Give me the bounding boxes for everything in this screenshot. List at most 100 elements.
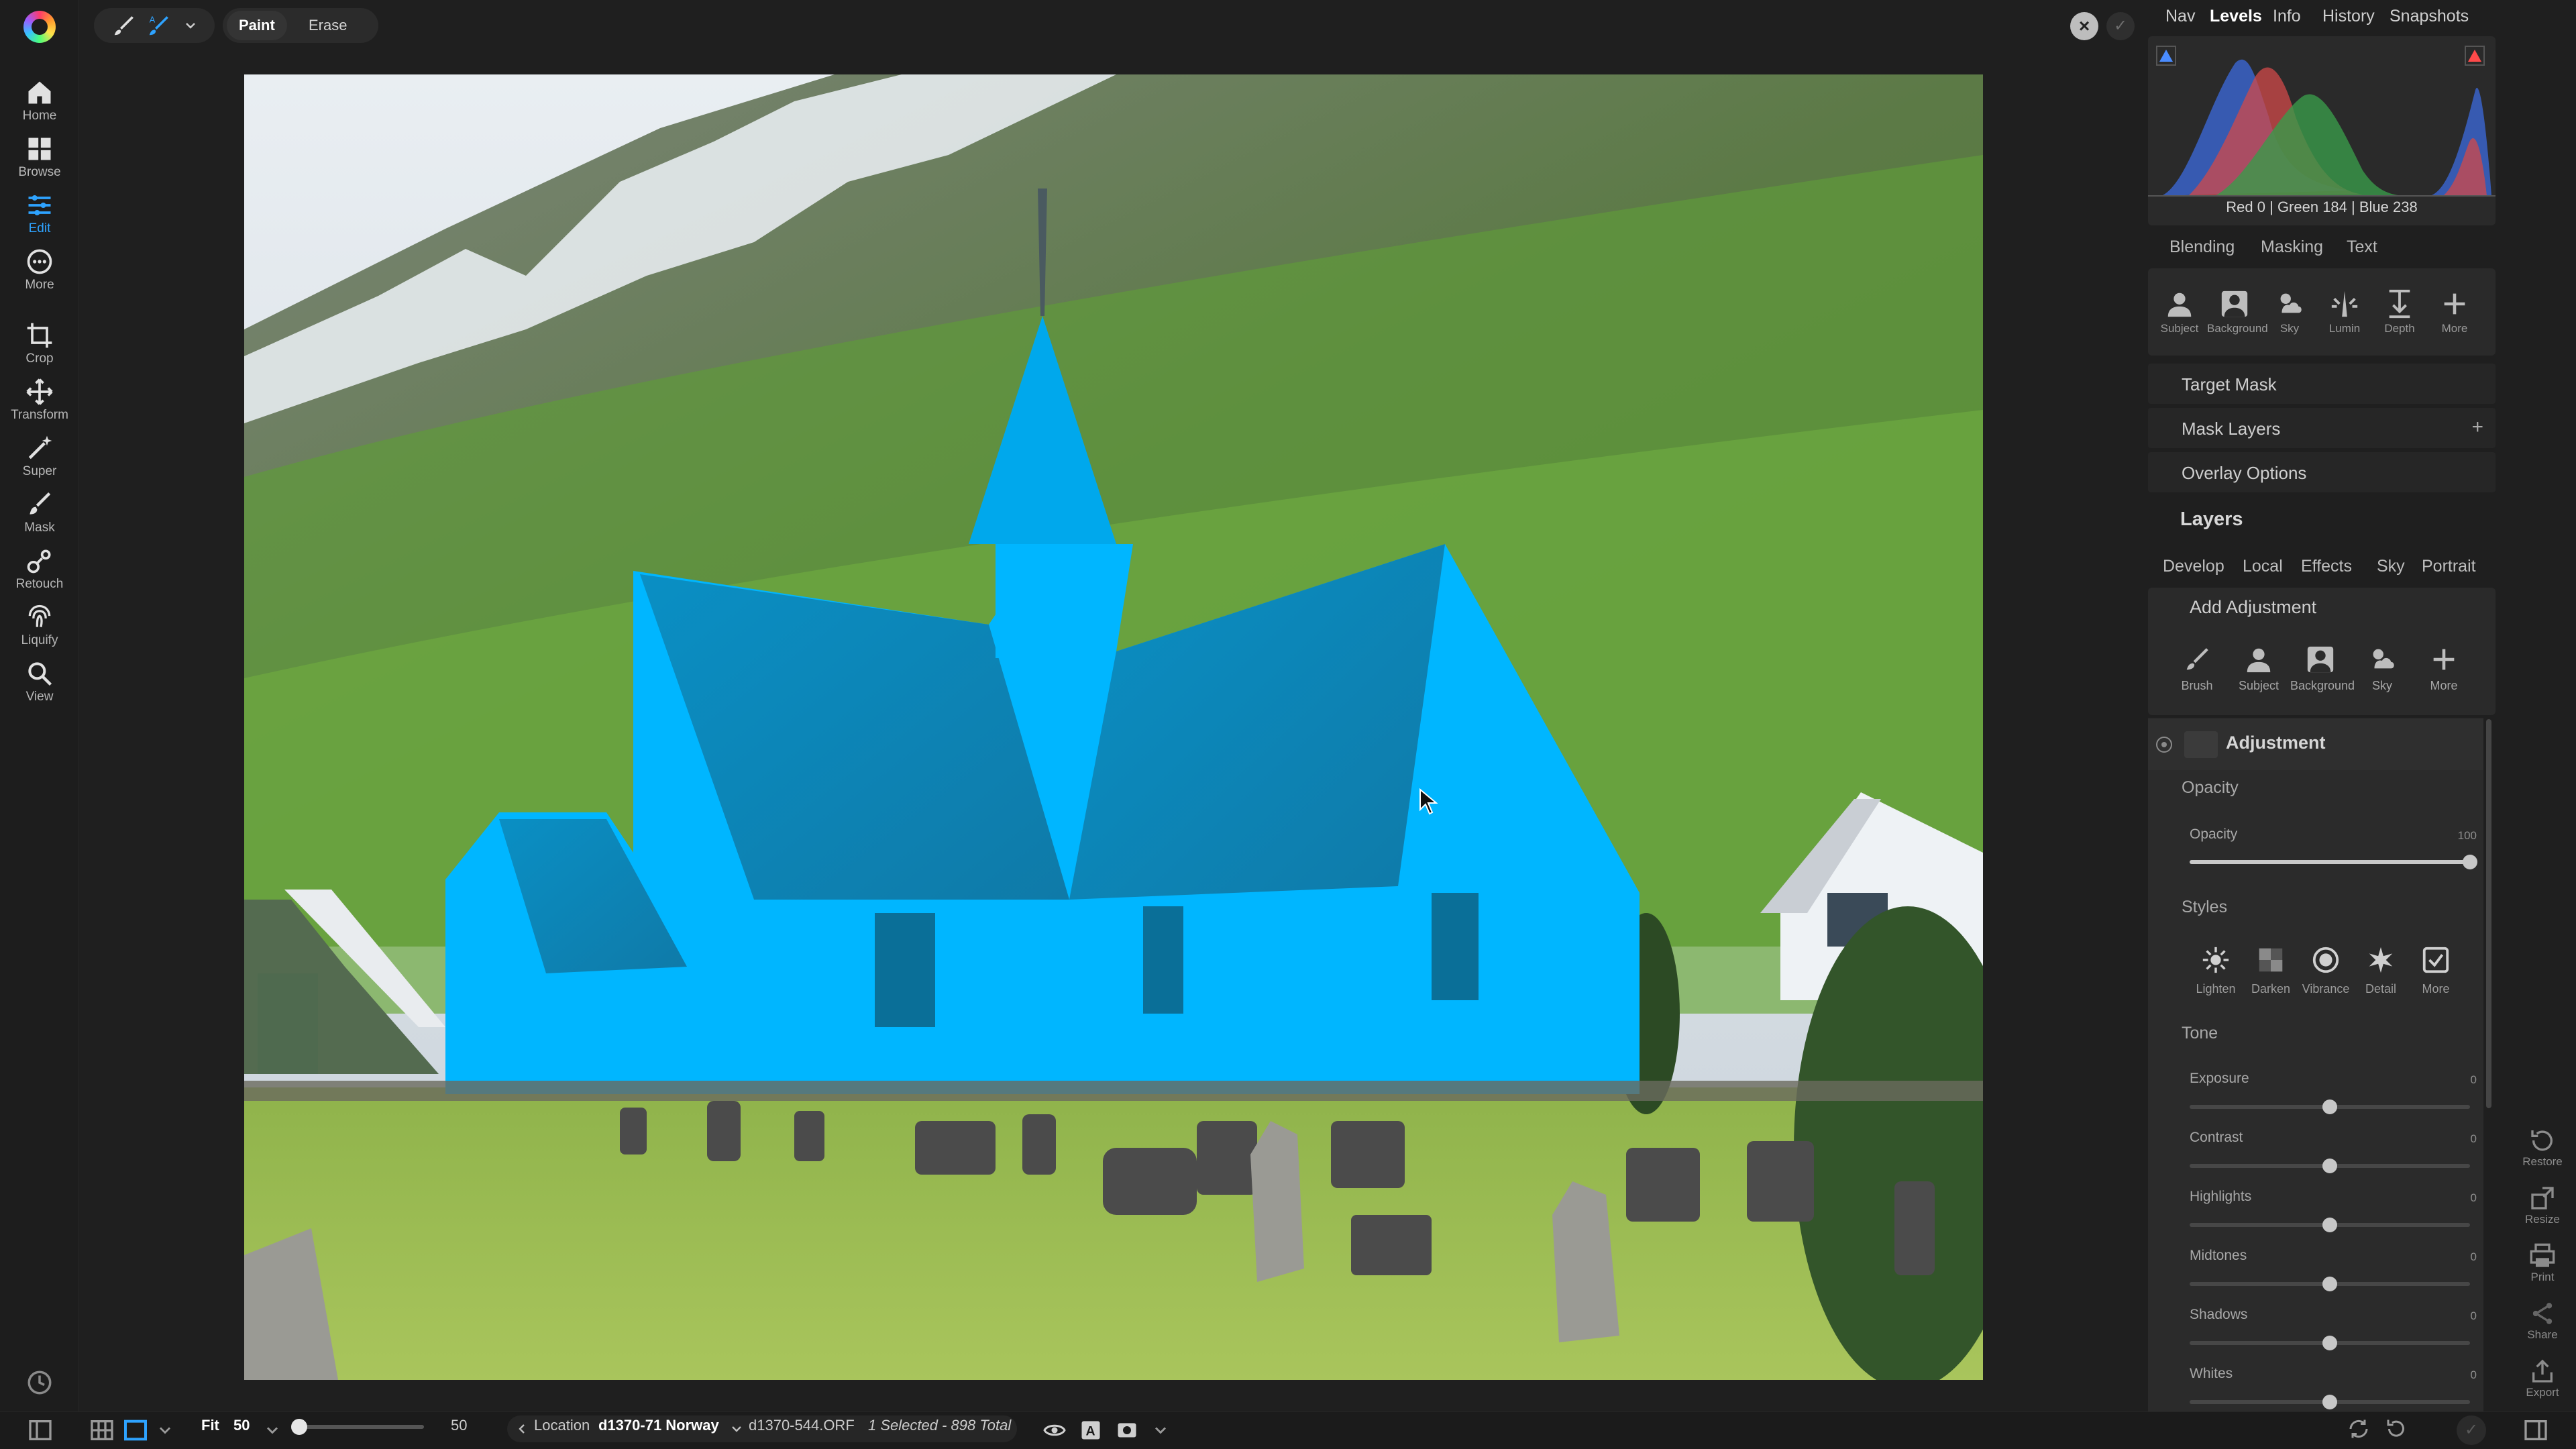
checkbox-icon xyxy=(2422,947,2449,973)
undo-icon[interactable] xyxy=(2384,1417,2408,1441)
mask-background-button[interactable]: Background xyxy=(2207,268,2268,356)
restore-button[interactable]: Restore xyxy=(2509,1127,2576,1169)
tool-retouch[interactable]: Retouch xyxy=(0,546,79,604)
sync-icon[interactable] xyxy=(2347,1417,2371,1441)
style-lighten-button[interactable]: Lighten xyxy=(2188,945,2243,996)
style-more-button[interactable]: More xyxy=(2408,945,2463,996)
tool-crop[interactable]: Crop xyxy=(0,321,79,378)
tab-local[interactable]: Local xyxy=(2243,557,2283,576)
tool-transform[interactable]: Transform xyxy=(0,377,79,435)
highlight-clip-toggle[interactable] xyxy=(2465,46,2485,66)
overlay-options-row[interactable]: Overlay Options xyxy=(2148,452,2496,492)
highlights-slider-handle[interactable] xyxy=(2322,1218,2337,1232)
mask-lumin-button[interactable]: Lumin xyxy=(2317,268,2372,356)
auto-brush-icon[interactable]: A xyxy=(146,13,172,38)
exposure-slider-handle[interactable] xyxy=(2322,1099,2337,1114)
single-view-icon[interactable] xyxy=(122,1417,149,1444)
style-vibrance-button[interactable]: Vibrance xyxy=(2298,945,2353,996)
add-more-button[interactable]: More xyxy=(2414,644,2474,693)
add-subject-button[interactable]: Subject xyxy=(2229,644,2289,693)
clip-warning-icon xyxy=(2159,50,2173,62)
panel-toggle-left-icon[interactable] xyxy=(27,1417,54,1444)
mask-subject-button[interactable]: Subject xyxy=(2152,268,2207,356)
tool-browse[interactable]: Browse xyxy=(0,134,79,192)
style-detail-button[interactable]: Detail xyxy=(2353,945,2408,996)
mask-depth-button[interactable]: Depth xyxy=(2372,268,2427,356)
fit-label[interactable]: Fit xyxy=(201,1417,219,1434)
brush-icon[interactable] xyxy=(111,13,137,38)
tab-text[interactable]: Text xyxy=(2347,237,2377,257)
tab-develop[interactable]: Develop xyxy=(2163,557,2224,576)
apply-button[interactable]: ✓ xyxy=(2106,12,2135,40)
activity-icon[interactable] xyxy=(25,1368,54,1397)
tab-portrait[interactable]: Portrait xyxy=(2422,557,2476,576)
panel-toggle-right-icon[interactable] xyxy=(2522,1417,2549,1444)
panel-scrollbar[interactable] xyxy=(2486,719,2491,1108)
mask-layers-row[interactable]: Mask Layers + xyxy=(2148,408,2496,448)
eye-icon[interactable] xyxy=(1042,1418,1067,1442)
compare-icon[interactable] xyxy=(1115,1418,1139,1442)
opacity-slider-handle[interactable] xyxy=(2463,855,2477,869)
shadows-label: Shadows xyxy=(2190,1307,2248,1322)
resize-button[interactable]: Resize xyxy=(2509,1185,2576,1226)
tool-more[interactable]: More xyxy=(0,247,79,305)
mask-more-button[interactable]: More xyxy=(2427,268,2482,356)
add-background-button[interactable]: Background xyxy=(2290,644,2355,693)
contrast-label: Contrast xyxy=(2190,1130,2243,1145)
contrast-slider-handle[interactable] xyxy=(2322,1159,2337,1173)
chevron-down-icon[interactable] xyxy=(156,1421,174,1440)
tool-home[interactable]: Home xyxy=(0,78,79,136)
shadows-slider-handle[interactable] xyxy=(2322,1336,2337,1350)
tab-info[interactable]: Info xyxy=(2273,7,2301,26)
chevron-down-icon[interactable] xyxy=(729,1421,745,1437)
brush-tool-group[interactable]: A xyxy=(94,8,215,43)
app-logo[interactable] xyxy=(23,11,56,43)
whites-slider-handle[interactable] xyxy=(2322,1395,2337,1409)
tool-edit[interactable]: Edit xyxy=(0,191,79,248)
style-darken-button[interactable]: Darken xyxy=(2243,945,2298,996)
chevron-down-icon[interactable] xyxy=(182,17,199,34)
midtones-slider-handle[interactable] xyxy=(2322,1277,2337,1291)
top-toolbar xyxy=(79,0,2147,50)
layer-visibility-toggle[interactable] xyxy=(2156,737,2172,753)
tab-effects[interactable]: Effects xyxy=(2301,557,2352,576)
tool-view[interactable]: View xyxy=(0,659,79,716)
auto-icon[interactable]: A xyxy=(1079,1418,1103,1442)
chevron-left-icon[interactable] xyxy=(514,1421,530,1437)
export-button[interactable]: Export xyxy=(2509,1358,2576,1399)
add-mask-layer-button[interactable]: + xyxy=(2471,416,2483,439)
grid-view-icon[interactable] xyxy=(89,1417,115,1444)
paint-button[interactable]: Paint xyxy=(227,11,287,40)
zoom-slider-handle[interactable] xyxy=(291,1419,307,1435)
tab-history[interactable]: History xyxy=(2322,7,2375,26)
tab-blending[interactable]: Blending xyxy=(2169,237,2235,257)
zoom-slider[interactable] xyxy=(294,1425,424,1429)
target-mask-row[interactable]: Target Mask xyxy=(2148,364,2496,404)
shadow-clip-toggle[interactable] xyxy=(2156,46,2176,66)
chevron-down-icon[interactable] xyxy=(1151,1421,1170,1440)
zoom-value[interactable]: 50 xyxy=(233,1417,250,1434)
photo-canvas[interactable] xyxy=(244,74,1983,1380)
erase-button[interactable]: Erase xyxy=(309,8,347,43)
tool-mask[interactable]: Mask xyxy=(0,490,79,547)
detail-icon xyxy=(2369,947,2393,973)
mask-sky-button[interactable]: Sky xyxy=(2262,268,2317,356)
print-button[interactable]: Print xyxy=(2509,1242,2576,1284)
share-button[interactable]: Share xyxy=(2509,1300,2576,1342)
more-icon xyxy=(27,249,52,274)
chevron-down-icon[interactable] xyxy=(263,1421,282,1440)
folder-name[interactable]: d1370-71 Norway xyxy=(598,1417,719,1434)
tool-super[interactable]: Super xyxy=(0,433,79,491)
add-sky-button[interactable]: Sky xyxy=(2352,644,2412,693)
tab-masking[interactable]: Masking xyxy=(2261,237,2323,257)
done-button[interactable]: ✓ xyxy=(2457,1415,2486,1445)
tab-nav[interactable]: Nav xyxy=(2165,7,2195,26)
tab-snapshots[interactable]: Snapshots xyxy=(2390,7,2469,26)
tab-levels[interactable]: Levels xyxy=(2210,7,2262,26)
exposure-value: 0 xyxy=(2470,1073,2477,1086)
tool-liquify[interactable]: Liquify xyxy=(0,602,79,660)
opacity-slider[interactable] xyxy=(2190,860,2470,864)
add-brush-button[interactable]: Brush xyxy=(2167,644,2227,693)
tab-sky[interactable]: Sky xyxy=(2377,557,2405,576)
cancel-button[interactable]: × xyxy=(2070,12,2098,40)
